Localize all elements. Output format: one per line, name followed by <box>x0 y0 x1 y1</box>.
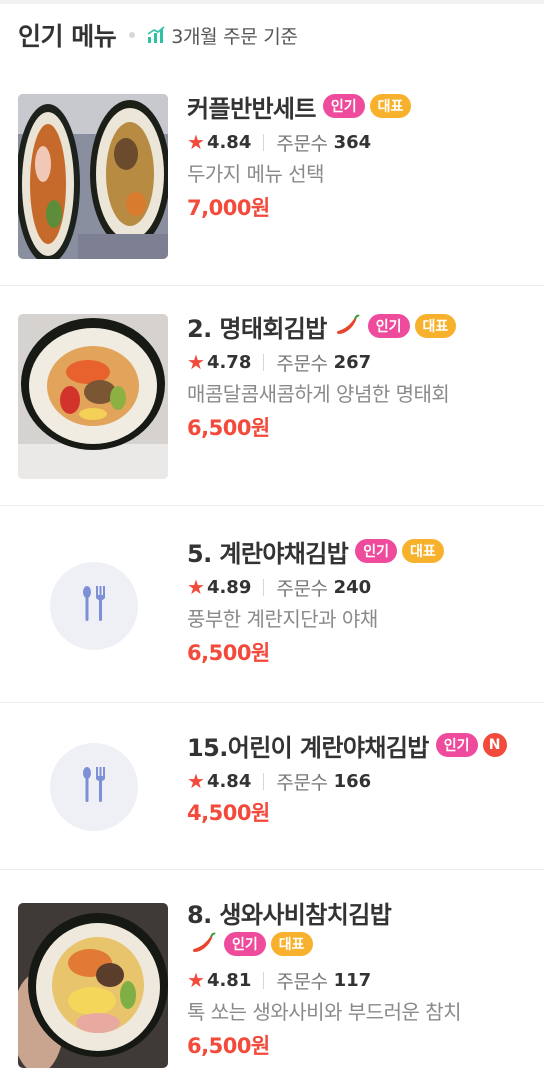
stat-divider <box>263 578 265 596</box>
menu-item[interactable]: 커플반반세트 인기 대표 ★ 4.84 주문수 364 두가지 메뉴 선택 7,… <box>0 66 544 286</box>
menu-item-description: 매콤달콤새콤하게 양념한 명태회 <box>187 382 450 406</box>
menu-item-name: 15.어린이 계란야채김밥 <box>187 733 429 762</box>
menu-item-orders: 267 <box>333 351 372 373</box>
utensils-icon <box>81 585 107 627</box>
menu-item-price: 6,500원 <box>187 1034 270 1058</box>
menu-item[interactable]: 5. 계란야채김밥 인기 대표 ★ 4.89 주문수 240 풍부한 계란지단과… <box>0 506 544 703</box>
signature-badge: 대표 <box>270 932 313 956</box>
stat-divider <box>263 133 265 151</box>
bar-chart-icon <box>147 26 165 44</box>
menu-item-rating: 4.81 <box>206 969 252 991</box>
popular-badge: 인기 <box>435 733 478 757</box>
menu-item-description: 톡 쏘는 생와사비와 부드러운 참치 <box>187 1000 462 1024</box>
menu-photo <box>18 94 168 259</box>
popular-badge: 인기 <box>224 932 266 956</box>
no-photo-placeholder <box>50 743 138 831</box>
menu-item-price: 6,500원 <box>187 416 270 440</box>
orders-label: 주문수 <box>276 577 328 600</box>
menu-item-name: 5. 계란야채김밥 <box>187 539 349 568</box>
star-icon: ★ <box>187 575 205 599</box>
menu-photo <box>18 903 168 1068</box>
signature-badge: 대표 <box>414 314 457 338</box>
menu-item-rating: 4.89 <box>206 576 252 598</box>
signature-badge: 대표 <box>369 94 412 118</box>
menu-item[interactable]: 15.어린이 계란야채김밥 인기 N ★ 4.84 주문수 166 4,500원 <box>0 703 544 870</box>
stat-divider <box>263 353 265 371</box>
menu-item-orders: 166 <box>333 770 372 792</box>
utensils-icon <box>81 766 107 808</box>
menu-item-price: 6,500원 <box>187 641 270 665</box>
menu-item-rating: 4.78 <box>206 351 252 373</box>
menu-photo <box>18 314 168 479</box>
no-photo-placeholder <box>50 562 138 650</box>
popular-badge: 인기 <box>322 94 365 118</box>
section-title: 인기 메뉴 <box>18 22 117 51</box>
menu-item-name: 2. 명태회김밥 <box>187 314 327 343</box>
orders-label: 주문수 <box>276 132 328 155</box>
ranking-basis-text: 3개월 주문 기준 <box>171 25 298 48</box>
new-badge: N <box>482 733 507 757</box>
popular-menu-header: 인기 메뉴 3개월 주문 기준 <box>0 4 544 66</box>
orders-label: 주문수 <box>276 970 328 993</box>
stat-divider <box>263 772 265 790</box>
signature-badge: 대표 <box>402 539 444 563</box>
menu-item-orders: 364 <box>333 131 372 153</box>
menu-item[interactable]: 2. 명태회김밥 인기 대표 ★ 4.78 주문수 267 매콤달콤새콤하게 양… <box>0 286 544 506</box>
orders-label: 주문수 <box>276 352 328 375</box>
menu-item-rating: 4.84 <box>206 770 252 792</box>
spicy-pepper-icon <box>191 932 217 956</box>
menu-item-price: 7,000원 <box>187 196 270 220</box>
menu-item[interactable]: 8. 생와사비참치김밥 인기 대표 ★ 4.81 주문수 117 톡 쏘는 생와… <box>0 870 544 1080</box>
spicy-pepper-icon <box>335 314 361 338</box>
star-icon: ★ <box>187 350 205 374</box>
popular-badge: 인기 <box>367 314 410 338</box>
stat-divider <box>263 971 265 989</box>
menu-item-name: 8. 생와사비참치김밥 <box>187 900 392 929</box>
menu-item-description: 풍부한 계란지단과 야채 <box>187 607 378 631</box>
menu-item-name: 커플반반세트 <box>187 94 316 123</box>
orders-label: 주문수 <box>276 771 328 794</box>
popular-badge: 인기 <box>355 539 398 563</box>
menu-item-price: 4,500원 <box>187 801 270 825</box>
star-icon: ★ <box>187 130 205 154</box>
star-icon: ★ <box>187 769 205 793</box>
star-icon: ★ <box>187 968 205 992</box>
menu-item-rating: 4.84 <box>206 131 252 153</box>
header-separator-dot <box>129 32 136 38</box>
menu-list: 커플반반세트 인기 대표 ★ 4.84 주문수 364 두가지 메뉴 선택 7,… <box>0 66 544 1080</box>
menu-item-orders: 117 <box>333 969 372 991</box>
menu-item-orders: 240 <box>333 576 372 598</box>
menu-item-description: 두가지 메뉴 선택 <box>187 162 325 186</box>
